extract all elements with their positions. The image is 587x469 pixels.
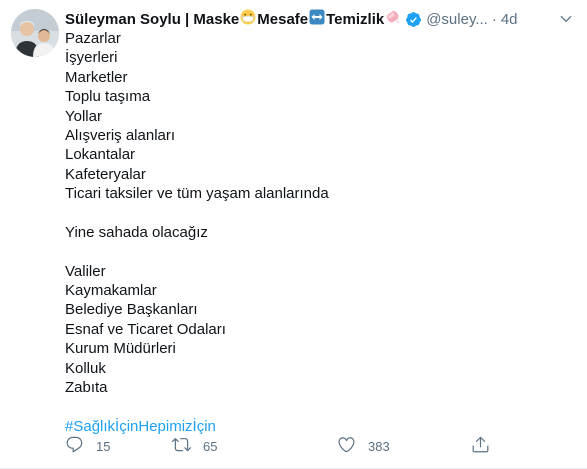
text-line: Kolluk [65, 359, 106, 377]
reply-count: 15 [96, 438, 111, 454]
text-line: Zabıta [65, 379, 108, 397]
text-line: Toplu taşıma [65, 88, 151, 106]
share-button[interactable] [471, 436, 490, 456]
user-handle[interactable]: @suley... [426, 11, 488, 28]
tweet-header: Süleyman Soylu | Maske Mesafe Temizlik @… [65, 9, 577, 29]
share-icon [471, 435, 490, 457]
tweet-text: Pazarlar İşyerleri Marketler Toplu taşım… [65, 29, 565, 436]
text-line-blank [65, 204, 565, 223]
retweet-count: 65 [203, 438, 218, 454]
avatar[interactable] [11, 9, 59, 57]
display-name-part: Temizlik [326, 10, 385, 28]
text-line: Esnaf ve Ticaret Odaları [65, 320, 226, 338]
verified-badge-icon [405, 11, 422, 28]
text-line: Belediye Başkanları [65, 301, 198, 319]
separator-dot: · [491, 10, 497, 28]
like-button[interactable]: 383 [337, 436, 390, 456]
retweet-icon [172, 435, 191, 457]
left-right-arrow-emoji-icon [309, 9, 325, 29]
display-name-part: Süleyman Soylu | Maske [65, 10, 240, 28]
reply-button[interactable]: 15 [65, 436, 110, 456]
retweet-button[interactable]: 65 [172, 436, 217, 456]
tweet[interactable]: Süleyman Soylu | Maske Mesafe Temizlik @… [0, 0, 587, 469]
text-line: Kaymakamlar [65, 282, 157, 300]
text-line: Yine sahada olacağız [65, 223, 208, 241]
chevron-down-icon[interactable] [557, 9, 575, 29]
text-line: Ticari taksiler ve tüm yaşam alanlarında [65, 185, 329, 203]
text-line: İşyerleri [65, 49, 118, 67]
display-name[interactable]: Süleyman Soylu | Maske Mesafe Temizlik [65, 9, 402, 29]
tweet-timestamp[interactable]: 4d [501, 11, 518, 28]
like-count: 383 [368, 438, 390, 454]
text-line: Marketler [65, 68, 128, 86]
text-line: Lokantalar [65, 146, 136, 164]
reply-icon [65, 435, 84, 457]
text-line: Yollar [65, 107, 102, 125]
face-with-medical-mask-emoji-icon [240, 9, 256, 29]
tweet-actions: 15 65 383 [65, 436, 495, 456]
soap-emoji-icon [385, 9, 401, 29]
heart-icon [337, 435, 356, 457]
text-line: Valiler [65, 262, 106, 280]
text-line-blank [65, 242, 565, 261]
text-line: Alışveriş alanları [65, 126, 176, 144]
hashtag-link[interactable]: #SağlıkİçinHepimizİçin [65, 417, 565, 436]
text-line: Kafeteryalar [65, 165, 146, 183]
display-name-part: Mesafe [257, 10, 309, 28]
text-line: Kurum Müdürleri [65, 340, 176, 358]
text-line-blank [65, 397, 565, 416]
text-line: Pazarlar [65, 30, 121, 47]
